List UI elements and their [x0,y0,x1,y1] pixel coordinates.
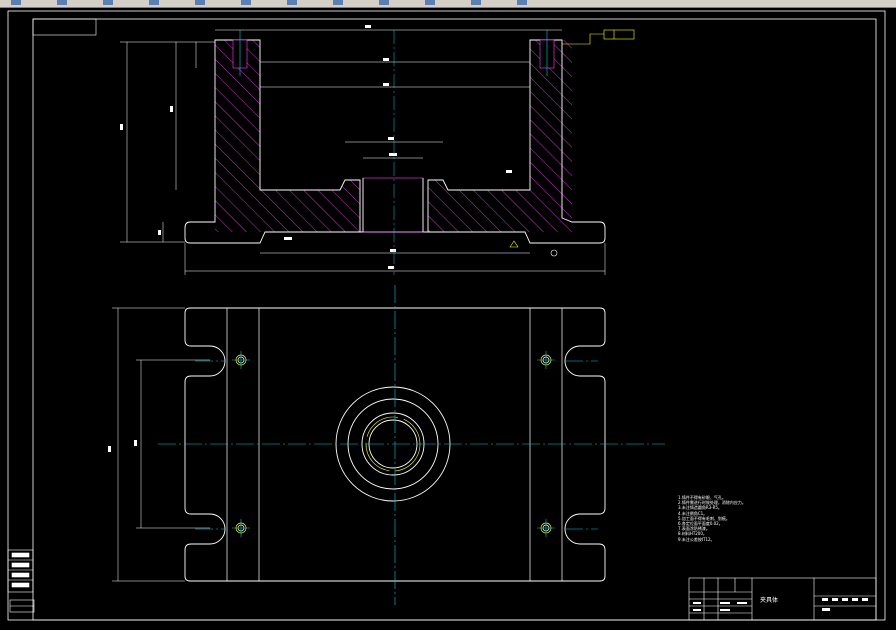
redo-icon[interactable] [56,0,68,6]
undo-icon[interactable] [10,0,22,6]
print-icon[interactable] [332,0,344,6]
plan-view [108,285,665,605]
gdt-callout [562,29,635,45]
front-section-view [120,25,635,275]
center-bore [362,177,424,233]
section-hatch-left [215,40,360,232]
calc-icon[interactable] [470,0,482,6]
block-icon[interactable] [378,0,390,6]
pan-icon[interactable] [102,0,114,6]
plan-dimensions [112,307,210,582]
title-block-fill [693,598,868,611]
drawing-canvas[interactable]: 1.铸件不得有砂眼、气孔。 2.铸件需进行时效处理，消除内应力。 3.未注铸造圆角R… [0,7,896,630]
section-hatch-right [428,40,572,232]
code-box [32,18,97,36]
layer-icon[interactable] [194,0,206,6]
note-line: 9.未注公差按IT12。 [678,536,715,542]
table-icon[interactable] [424,0,436,6]
match-icon[interactable] [286,0,298,6]
revision-block [7,549,35,613]
properties-icon[interactable] [240,0,252,6]
technical-notes: 1.铸件不得有砂眼、气孔。 2.铸件需进行时效处理，消除内应力。 3.未注铸造圆角R… [678,495,788,542]
help-icon[interactable] [516,0,528,6]
plan-centerlines [158,285,665,605]
zoom-icon[interactable] [148,0,160,6]
title-block-name: 夹具体 [760,597,779,604]
